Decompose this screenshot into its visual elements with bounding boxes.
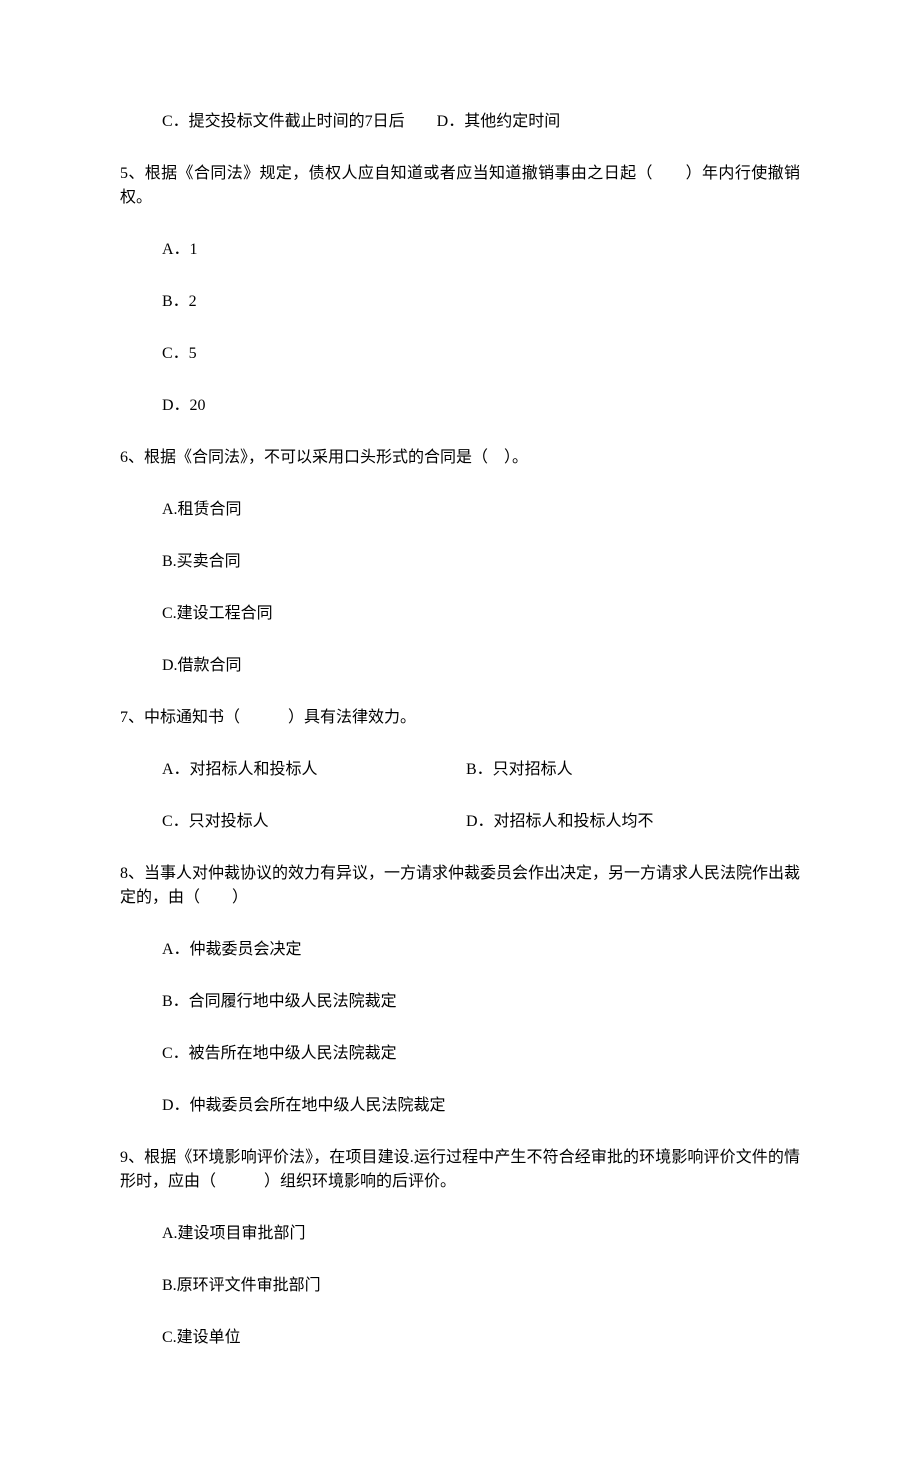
option-text: D．20 (162, 397, 206, 414)
option-text: D．仲裁委员会所在地中级人民法院裁定 (162, 1097, 446, 1114)
question-7-option-a: A．对招标人和投标人 (162, 758, 462, 782)
question-8-option-b: B．合同履行地中级人民法院裁定 (120, 990, 800, 1014)
prev-question-options: C．提交投标文件截止时间的7日后 D．其他约定时间 (120, 110, 800, 134)
question-7-options-row1: A．对招标人和投标人 B．只对招标人 (120, 758, 800, 782)
question-8-option-a: A．仲裁委员会决定 (120, 938, 800, 962)
question-8-option-d: D．仲裁委员会所在地中级人民法院裁定 (120, 1094, 800, 1118)
question-text: 7、中标通知书（ ）具有法律效力。 (120, 709, 416, 726)
question-text: 5、根据《合同法》规定，债权人应自知道或者应当知道撤销事由之日起（ ）年内行使撤… (120, 165, 800, 206)
option-text: A.建设项目审批部门 (162, 1225, 306, 1242)
question-7-stem: 7、中标通知书（ ）具有法律效力。 (120, 706, 800, 730)
option-text: C．被告所在地中级人民法院裁定 (162, 1045, 397, 1062)
option-text: A.租赁合同 (162, 501, 242, 518)
question-8-stem: 8、当事人对仲裁协议的效力有异议，一方请求仲裁委员会作出决定，另一方请求人民法院… (120, 862, 800, 910)
question-8-option-c: C．被告所在地中级人民法院裁定 (120, 1042, 800, 1066)
option-text: C．5 (162, 345, 197, 362)
option-text: B．合同履行地中级人民法院裁定 (162, 993, 397, 1010)
question-text: 6、根据《合同法》，不可以采用口头形式的合同是（ ）。 (120, 449, 528, 466)
option-text: A．1 (162, 241, 198, 258)
option-text: C．提交投标文件截止时间的7日后 D．其他约定时间 (162, 113, 560, 130)
option-text: C.建设工程合同 (162, 605, 273, 622)
question-6-option-d: D.借款合同 (120, 654, 800, 678)
option-text: A．仲裁委员会决定 (162, 941, 302, 958)
question-9-option-a: A.建设项目审批部门 (120, 1222, 800, 1246)
question-5-stem: 5、根据《合同法》规定，债权人应自知道或者应当知道撤销事由之日起（ ）年内行使撤… (120, 162, 800, 210)
question-7-option-b: B．只对招标人 (466, 758, 573, 782)
question-6-option-b: B.买卖合同 (120, 550, 800, 574)
question-5-option-b: B．2 (120, 290, 800, 314)
question-6-option-c: C.建设工程合同 (120, 602, 800, 626)
question-7-options-row2: C．只对投标人 D．对招标人和投标人均不 (120, 810, 800, 834)
question-text: 9、根据《环境影响评价法》，在项目建设.运行过程中产生不符合经审批的环境影响评价… (120, 1149, 800, 1190)
option-text: B.买卖合同 (162, 553, 241, 570)
question-9-stem: 9、根据《环境影响评价法》，在项目建设.运行过程中产生不符合经审批的环境影响评价… (120, 1146, 800, 1194)
question-5-option-d: D．20 (120, 394, 800, 418)
question-7-option-d: D．对招标人和投标人均不 (466, 810, 654, 834)
option-text: C.建设单位 (162, 1329, 241, 1346)
question-text: 8、当事人对仲裁协议的效力有异议，一方请求仲裁委员会作出决定，另一方请求人民法院… (120, 865, 800, 906)
option-text: B.原环评文件审批部门 (162, 1277, 321, 1294)
question-5-option-a: A．1 (120, 238, 800, 262)
question-6-stem: 6、根据《合同法》，不可以采用口头形式的合同是（ ）。 (120, 446, 800, 470)
option-text: D.借款合同 (162, 657, 242, 674)
option-text: B．2 (162, 293, 197, 310)
document-page: C．提交投标文件截止时间的7日后 D．其他约定时间 5、根据《合同法》规定，债权… (0, 0, 920, 1478)
question-9-option-b: B.原环评文件审批部门 (120, 1274, 800, 1298)
question-6-option-a: A.租赁合同 (120, 498, 800, 522)
question-7-option-c: C．只对投标人 (162, 810, 462, 834)
question-5-option-c: C．5 (120, 342, 800, 366)
question-9-option-c: C.建设单位 (120, 1326, 800, 1350)
